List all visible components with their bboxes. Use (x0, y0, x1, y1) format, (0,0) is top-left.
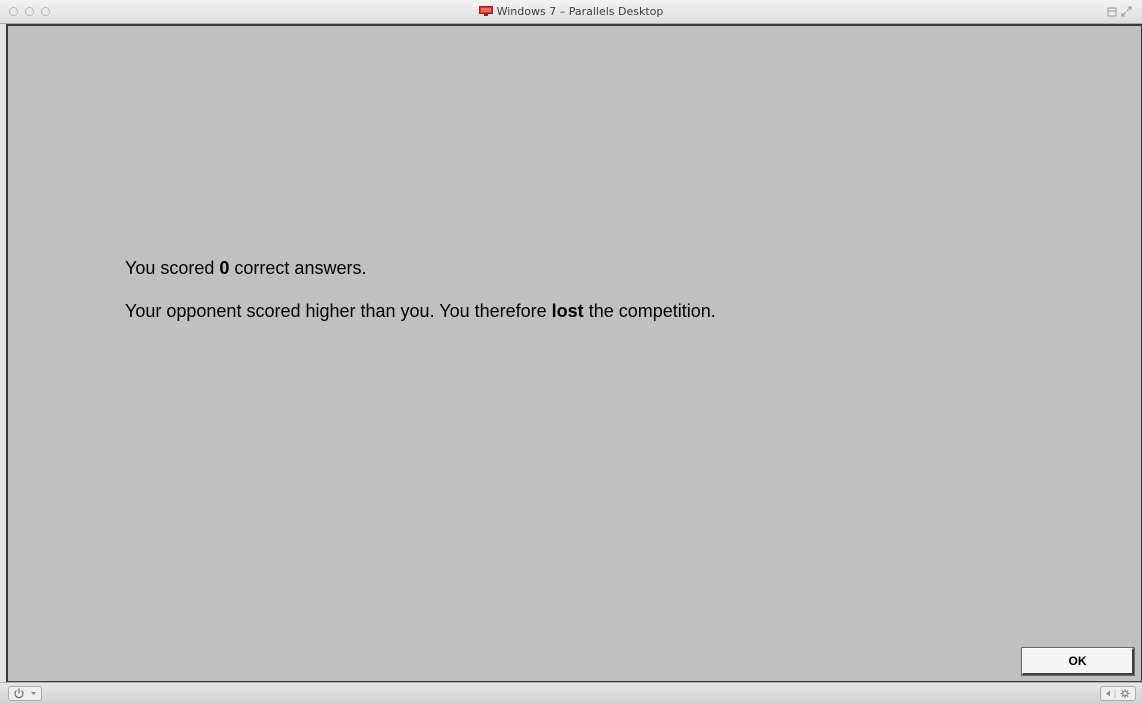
fullscreen-icon (1121, 6, 1132, 17)
result-suffix: the competition. (583, 301, 716, 321)
chevron-down-icon (31, 692, 36, 695)
coherence-icon (1107, 7, 1117, 17)
title-bar: Windows 7 – Parallels Desktop (0, 0, 1142, 24)
window-title: Windows 7 – Parallels Desktop (0, 0, 1142, 24)
score-value: 0 (219, 258, 230, 278)
vm-screen: You scored 0 correct answers. Your oppon… (8, 26, 1141, 681)
view-mode-buttons[interactable] (1106, 6, 1134, 18)
score-suffix: correct answers. (229, 258, 367, 278)
result-outcome: lost (551, 301, 584, 321)
window-title-text: Windows 7 – Parallels Desktop (496, 5, 664, 18)
score-prefix: You scored (125, 258, 220, 278)
device-toolbar[interactable] (1100, 686, 1136, 701)
parallels-monitor-icon (478, 6, 493, 16)
parallels-window: Windows 7 – Parallels Desktop You scored… (0, 0, 1142, 704)
settings-gear-icon (1120, 689, 1130, 698)
result-message: Your opponent scored higher than you. Yo… (125, 301, 716, 322)
power-menu-button[interactable] (8, 686, 42, 701)
score-message: You scored 0 correct answers. (125, 258, 366, 279)
sound-icon (1106, 690, 1110, 697)
ok-button[interactable]: OK (1021, 647, 1135, 676)
status-bar (0, 682, 1142, 704)
power-icon (14, 688, 24, 699)
result-prefix: Your opponent scored higher than you. Yo… (125, 301, 552, 321)
